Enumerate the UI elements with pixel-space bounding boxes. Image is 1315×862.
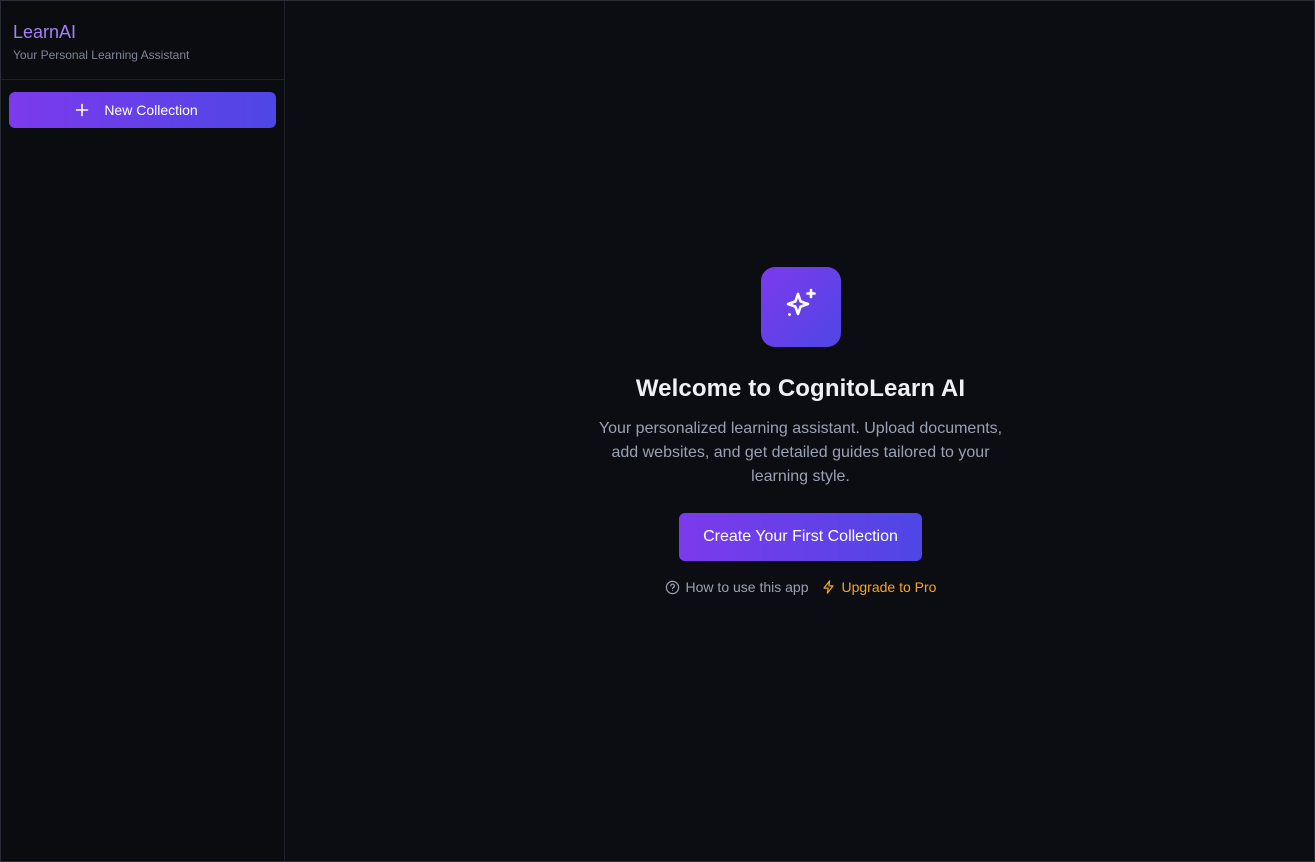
main-content: Welcome to CognitoLearn AI Your personal… [285,1,1314,861]
welcome-description: Your personalized learning assistant. Up… [598,420,1003,485]
new-collection-button[interactable]: New Collection [9,92,276,128]
upgrade-link-label: Upgrade to Pro [841,579,937,595]
sidebar: LearnAI Your Personal Learning Assistant… [1,1,285,861]
sparkles-icon [781,285,821,330]
upgrade-link[interactable]: Upgrade to Pro [821,579,937,595]
help-circle-icon [665,580,680,595]
help-link-label: How to use this app [685,579,809,595]
plus-icon [75,103,89,117]
app-window: LearnAI Your Personal Learning Assistant… [0,0,1315,862]
welcome-title: Welcome to CognitoLearn AI [635,375,966,402]
new-collection-label: New Collection [104,102,198,118]
brand-subtitle: Your Personal Learning Assistant [13,48,190,62]
create-first-collection-button[interactable]: Create Your First Collection [679,513,922,561]
brand-title: LearnAI [13,22,77,42]
footer-links: How to use this app Upgrade to Pro [665,579,937,595]
lightning-icon [821,579,836,595]
logo-tile [760,267,841,347]
welcome-panel: Welcome to CognitoLearn AI Your personal… [596,267,1006,595]
help-link[interactable]: How to use this app [665,579,809,595]
brand-header: LearnAI Your Personal Learning Assistant [1,1,284,80]
